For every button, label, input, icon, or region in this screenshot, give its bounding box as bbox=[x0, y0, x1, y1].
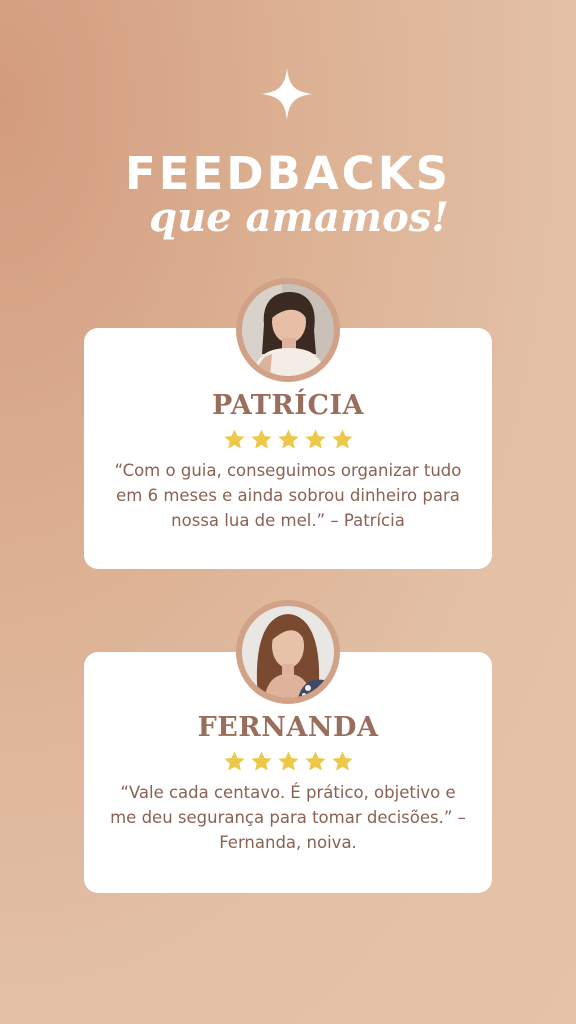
star-icon bbox=[304, 429, 326, 449]
sparkle-icon bbox=[261, 68, 313, 120]
avatar bbox=[236, 600, 340, 704]
rating-stars bbox=[84, 428, 492, 451]
star-icon bbox=[277, 429, 299, 449]
star-icon bbox=[250, 751, 272, 771]
star-icon bbox=[331, 751, 353, 771]
testimonial-name: PATRÍCIA bbox=[211, 390, 365, 421]
page-subtitle: que amamos! bbox=[149, 194, 449, 241]
testimonial-name: FERNANDA bbox=[197, 712, 379, 743]
star-icon bbox=[250, 429, 272, 449]
avatar-photo bbox=[242, 606, 334, 698]
star-icon bbox=[223, 429, 245, 449]
star-icon bbox=[223, 751, 245, 771]
star-icon bbox=[277, 751, 299, 771]
rating-stars bbox=[84, 750, 492, 773]
star-icon bbox=[331, 429, 353, 449]
star-icon bbox=[304, 751, 326, 771]
testimonial-quote: “Vale cada centavo. É prático, objetivo … bbox=[110, 783, 466, 852]
testimonial-quote: “Com o guia, conseguimos organizar tudo … bbox=[114, 461, 462, 530]
avatar-photo bbox=[242, 284, 334, 376]
avatar bbox=[236, 278, 340, 382]
